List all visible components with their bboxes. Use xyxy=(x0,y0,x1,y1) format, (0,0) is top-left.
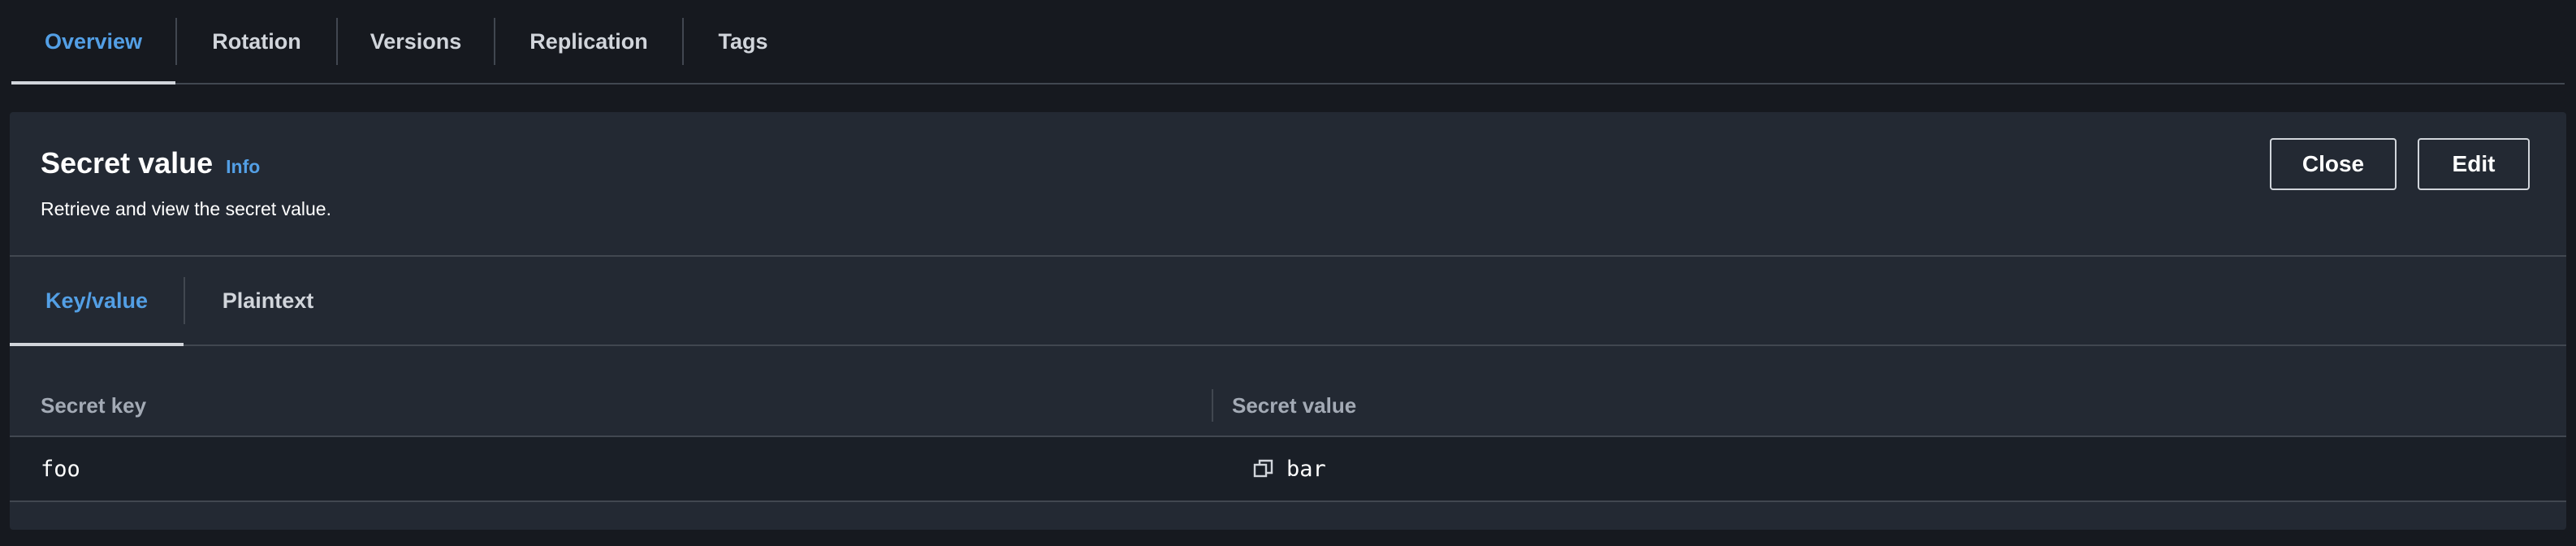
tab-tags[interactable]: Tags xyxy=(684,0,802,83)
panel-description: Retrieve and view the secret value. xyxy=(41,198,331,219)
column-header-secret-value: Secret value xyxy=(1232,392,1357,418)
tab-overview-label: Overview xyxy=(44,28,143,54)
panel-title-row: Secret value Info xyxy=(41,146,260,180)
table-row: foo bar xyxy=(10,437,2566,502)
tab-plaintext-label: Plaintext xyxy=(222,288,314,313)
tab-key-value-label: Key/value xyxy=(45,288,149,313)
tab-versions[interactable]: Versions xyxy=(338,0,494,83)
tab-tags-label: Tags xyxy=(718,28,768,54)
secret-value-text: bar xyxy=(1286,456,1326,482)
secret-table: Secret key Secret value foo bar xyxy=(10,375,2566,502)
tab-plaintext[interactable]: Plaintext xyxy=(185,257,351,344)
panel-title: Secret value xyxy=(41,146,214,180)
panel-header: Secret value Info Retrieve and view the … xyxy=(10,112,2566,255)
secret-value-cell: bar xyxy=(1252,457,1326,482)
tab-rotation-label: Rotation xyxy=(212,28,301,54)
close-button[interactable]: Close xyxy=(2270,138,2397,190)
secret-value-panel: Secret value Info Retrieve and view the … xyxy=(10,112,2566,530)
tab-overview[interactable]: Overview xyxy=(11,0,175,84)
top-tab-bar: Overview Rotation Versions Replication T… xyxy=(11,0,2565,84)
secret-key-cell: foo xyxy=(41,456,80,482)
tab-key-value[interactable]: Key/value xyxy=(10,257,184,346)
column-divider[interactable] xyxy=(1212,389,1213,422)
column-header-secret-key: Secret key xyxy=(41,392,147,418)
secret-details-page: Overview Rotation Versions Replication T… xyxy=(0,0,2576,546)
value-format-tabs: Key/value Plaintext xyxy=(10,255,2566,346)
copy-icon[interactable] xyxy=(1252,457,1275,480)
tab-rotation[interactable]: Rotation xyxy=(177,0,336,83)
tab-replication[interactable]: Replication xyxy=(495,0,682,83)
table-header: Secret key Secret value xyxy=(10,375,2566,437)
tab-replication-label: Replication xyxy=(529,28,648,54)
tab-versions-label: Versions xyxy=(370,28,462,54)
edit-button[interactable]: Edit xyxy=(2418,138,2530,190)
info-link[interactable]: Info xyxy=(226,156,260,178)
